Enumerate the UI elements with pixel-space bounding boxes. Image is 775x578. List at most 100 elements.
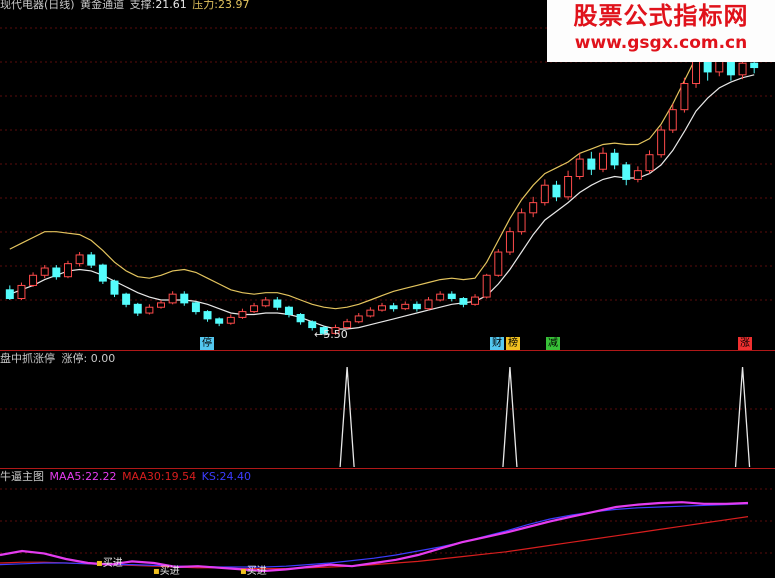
candle-down [98,264,107,282]
candle-up [564,176,573,198]
candle-down [412,303,421,310]
buy-signal-icon: ▪ [240,566,247,577]
low-arrow-icon: ← [314,328,324,341]
candle-down [552,184,561,198]
candle-up [436,293,445,301]
zhangting-label: 涨停: [61,352,88,365]
candle-down [587,158,596,170]
candle-down [203,311,212,320]
niubi-title: 牛逼主图 [0,470,44,483]
ks-label: KS: [201,470,220,483]
support-label: 支撑: [129,0,156,11]
low-price-value: 5.50 [323,328,348,341]
ma5-label: MAA5: [49,470,86,483]
candle-up [633,170,642,180]
candle-up [575,158,584,178]
ma30-value: 19.54 [164,470,197,483]
lower-band-line [9,74,755,330]
candle-up [505,231,514,253]
candle-down [52,267,61,278]
candle-up [738,62,747,76]
candle-up [366,309,375,317]
pressure-label: 压力: [192,0,219,11]
candle-up [645,154,654,172]
zt-spike [502,366,518,468]
candle-down [750,62,759,69]
candle-up [226,316,235,324]
candle-up [529,202,538,214]
candle-down [622,164,631,180]
zhuazhangting-panel[interactable]: 盘中抓涨停 涨停: 0.00 [0,351,775,468]
low-price-marker: ←5.50 [314,328,348,341]
zhuazhangting-header: 盘中抓涨停 涨停: 0.00 [0,352,115,365]
buy-signal: ▪买进 [240,565,267,578]
watermark-logo: 股票公式指标网 www.gsgx.com.cn [547,0,775,62]
candle-up [354,315,363,323]
ma30-label: MAA30: [122,470,165,483]
buy-signal-label: 买进 [246,566,267,577]
candle-down [284,306,293,315]
candle-up [250,305,259,313]
zhuazhangting-title: 盘中抓涨停 [0,352,55,365]
candle-up [63,263,72,278]
candle-up [517,212,526,233]
candle-down [308,321,317,329]
candle-up [482,274,491,298]
candle-down [180,293,189,304]
candle-down [273,299,282,308]
tag-caibao[interactable]: 财 [490,337,504,350]
candle-down [5,289,14,300]
candle-up [168,293,177,304]
candle-up [540,184,549,204]
zt-spike [339,366,355,468]
candle-up [75,254,84,265]
niubi-panel[interactable]: 牛逼主图 MAA5:22.22 MAA30:19.54 KS:24.40 ▪买进… [0,469,775,578]
candle-up [424,299,433,310]
ks-value: 24.40 [219,470,252,483]
watermark-url: www.gsgx.com.cn [574,33,748,53]
buy-signal: ▪买进 [96,557,123,570]
tag-tingpai[interactable]: 停 [200,337,214,350]
candle-down [133,303,142,314]
candle-down [610,152,619,166]
zt-spike [734,366,751,468]
pressure-value: 23.97 [218,0,250,11]
tag-zhangting[interactable]: 涨 [738,337,752,350]
buy-signal: ▪买进 [153,565,180,578]
indicator-name: 黄金通道 [80,0,125,11]
candle-up [680,83,689,111]
niubi-header: 牛逼主图 MAA5:22.22 MAA30:19.54 KS:24.40 [0,470,251,483]
candle-down [122,293,131,305]
tag-jianchi[interactable]: 减 [546,337,560,350]
candle-up [29,274,38,286]
candle-up [692,58,701,85]
buy-signal-label: 买进 [102,558,123,569]
candle-up [157,302,166,308]
candle-up [261,299,270,307]
support-value: 21.61 [155,0,187,11]
candle-up [343,321,352,329]
candle-up [40,267,49,276]
zhangting-value: 0.00 [90,352,116,365]
kline-header: 现代电器(日线) 黄金通道 支撑:21.61 压力:23.97 [0,0,250,11]
ma5-value: 22.22 [85,470,117,483]
candle-up [401,303,410,310]
candle-down [110,280,119,295]
candle-up [145,306,154,314]
candle-up [17,284,26,300]
buy-signal-icon: ▪ [96,558,103,569]
watermark-title: 股票公式指标网 [573,2,749,30]
zhuazhangting-chart[interactable] [0,351,775,468]
candle-up [668,109,677,131]
upper-band-line [9,32,755,310]
buy-signal-icon: ▪ [153,566,160,577]
candle-up [378,305,386,311]
candle-down [191,302,200,313]
stock-name: 现代电器(日线) [0,0,75,11]
candle-down [87,254,96,266]
buy-signal-label: 买进 [159,566,180,577]
candle-down [296,313,305,323]
tag-longhubang[interactable]: 榜 [506,337,520,350]
candle-down [215,318,224,324]
candle-down [389,305,398,310]
